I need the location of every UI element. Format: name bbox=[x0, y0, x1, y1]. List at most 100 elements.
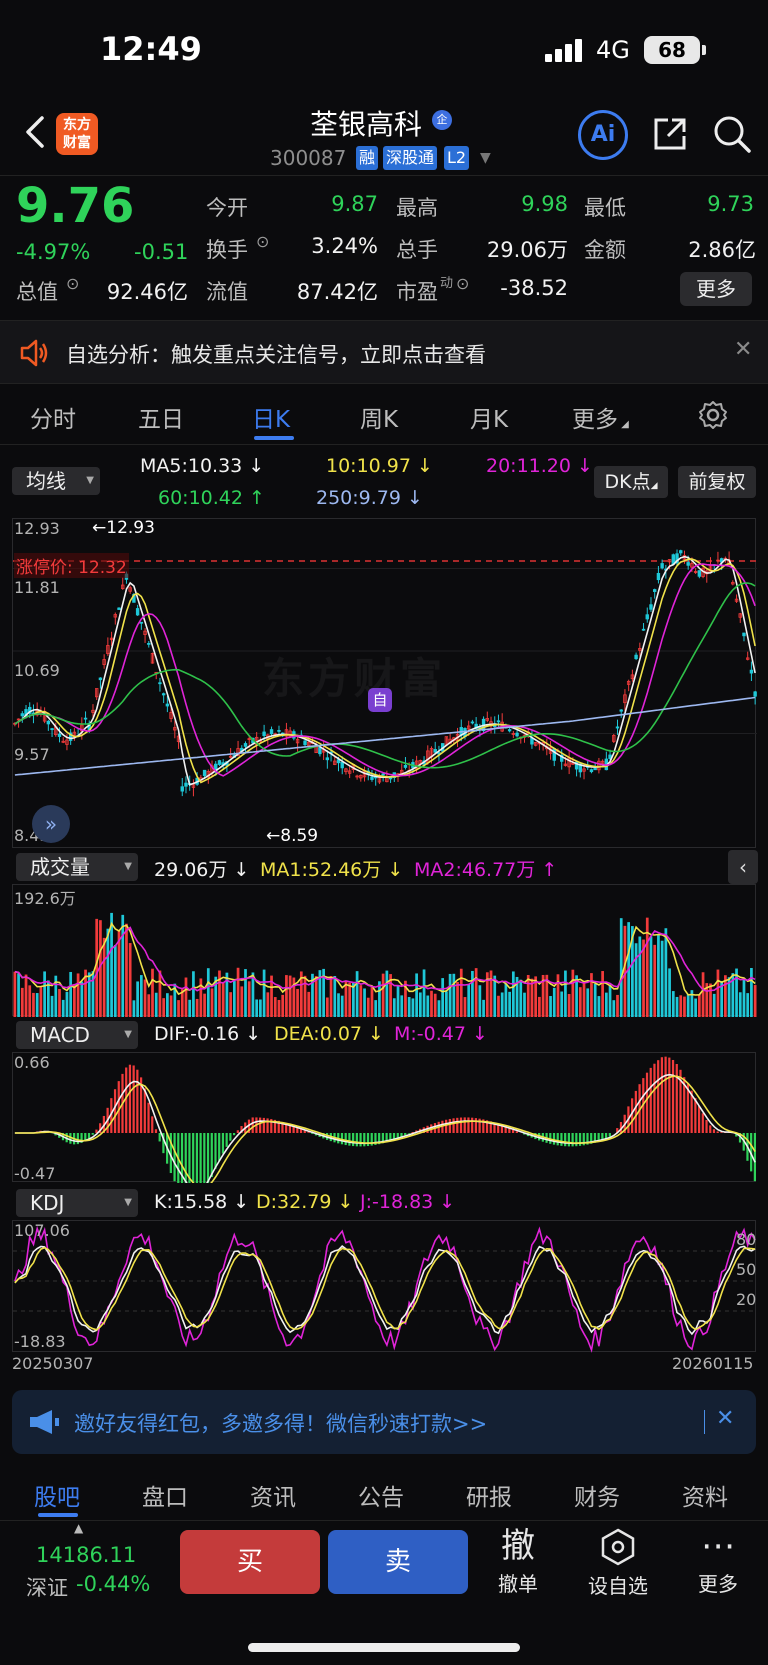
tab-news[interactable]: 资讯 bbox=[250, 1478, 296, 1512]
volume-label: 总手 bbox=[396, 238, 438, 262]
gear-icon[interactable] bbox=[698, 400, 728, 430]
kdj-chart[interactable] bbox=[12, 1220, 757, 1353]
clock: 12:49 bbox=[100, 30, 202, 68]
ai-button[interactable]: Ai bbox=[578, 110, 628, 160]
kdj-y-max: 107.06 bbox=[14, 1221, 70, 1240]
self-marker[interactable]: 自 bbox=[368, 688, 392, 712]
turnover-label: 换手 bbox=[206, 238, 248, 262]
info-icon[interactable]: ⊙ bbox=[256, 232, 269, 251]
selector-label: MACD bbox=[30, 1023, 90, 1047]
volume-value-label: 29.06万 ↓ bbox=[154, 859, 250, 881]
tab-forum[interactable]: 股吧 bbox=[34, 1478, 80, 1512]
invite-banner[interactable]: 邀好友得红包，多邀多得！微信秒速打款>> ✕ bbox=[12, 1390, 756, 1454]
macd-dif-label: DIF:-0.16 ↓ bbox=[154, 1023, 262, 1045]
change-amount: -0.51 bbox=[134, 240, 189, 264]
tab-finance[interactable]: 财务 bbox=[574, 1478, 620, 1512]
indicator-selector-kdj[interactable]: KDJ ▼ bbox=[16, 1189, 138, 1217]
speaker-icon bbox=[20, 339, 48, 367]
more-dots-icon: ⋯ bbox=[701, 1526, 735, 1566]
tab-monthly-k[interactable]: 月K bbox=[470, 400, 508, 434]
active-tab-indicator bbox=[38, 1513, 78, 1517]
more-button[interactable]: 更多 bbox=[680, 272, 752, 306]
share-icon[interactable] bbox=[650, 114, 690, 154]
tab-orderbook[interactable]: 盘口 bbox=[142, 1478, 188, 1512]
divider bbox=[0, 1520, 768, 1521]
y-axis-label: 11.81 bbox=[14, 578, 60, 597]
ma10-label: 10:10.97 ↓ bbox=[326, 455, 433, 477]
turnover-value: 3.24% bbox=[311, 234, 378, 258]
pe-label: 市盈 bbox=[396, 280, 438, 304]
cellular-signal-icon bbox=[545, 39, 582, 62]
tab-five-day[interactable]: 五日 bbox=[138, 400, 184, 434]
divider bbox=[0, 175, 768, 176]
float-label: 流值 bbox=[206, 280, 248, 304]
battery-icon: 68 bbox=[644, 36, 700, 64]
tab-more-label: 更多 bbox=[572, 407, 618, 433]
sell-button[interactable]: 卖 bbox=[328, 1530, 468, 1594]
kdj-canvas bbox=[13, 1225, 757, 1353]
watch-label: 设自选 bbox=[588, 1574, 648, 1598]
caret-up-icon[interactable]: ▲ bbox=[74, 1521, 83, 1535]
limit-up-label: 涨停价: 12.32 bbox=[14, 553, 129, 578]
tab-intraday[interactable]: 分时 bbox=[30, 400, 76, 434]
macd-dea-label: DEA:0.07 ↓ bbox=[274, 1023, 384, 1045]
pe-superscript: 动 bbox=[440, 276, 454, 291]
max-price-label: ←12.93 bbox=[92, 518, 155, 538]
ma20-label: 20:11.20 ↓ bbox=[486, 455, 593, 477]
search-icon[interactable] bbox=[712, 114, 752, 154]
index-value[interactable]: 14186.11 bbox=[36, 1543, 136, 1567]
status-bar: 12:49 4G 68 bbox=[0, 0, 768, 100]
kdj-j-label: J:-18.83 ↓ bbox=[360, 1191, 456, 1213]
mktcap-value: 92.46亿 bbox=[106, 280, 188, 304]
date-start: 20250307 bbox=[12, 1354, 94, 1373]
cancel-glyph: 撤 bbox=[501, 1526, 535, 1566]
tab-research[interactable]: 研报 bbox=[466, 1478, 512, 1512]
info-icon[interactable]: ⊙ bbox=[66, 274, 79, 293]
adjust-button[interactable]: 前复权 bbox=[678, 466, 756, 498]
macd-chart[interactable] bbox=[12, 1052, 756, 1210]
dk-point-button[interactable]: DK点◢ bbox=[594, 466, 668, 498]
back-icon[interactable] bbox=[22, 112, 48, 152]
collapse-icon[interactable]: ‹ bbox=[728, 850, 758, 884]
company-badge: 企 bbox=[432, 110, 452, 130]
kdj-k-label: K:15.58 ↓ bbox=[154, 1191, 250, 1213]
macd-y-min: -0.47 bbox=[14, 1164, 56, 1183]
ma5-label: MA5:10.33 ↓ bbox=[140, 455, 265, 477]
macd-y-max: 0.66 bbox=[14, 1053, 50, 1072]
tab-weekly-k[interactable]: 周K bbox=[360, 400, 398, 434]
stock-code: 300087 bbox=[270, 146, 347, 170]
indicator-selector-macd[interactable]: MACD ▼ bbox=[16, 1021, 138, 1049]
indicator-selector-volume[interactable]: 成交量 ▼ bbox=[16, 853, 138, 881]
more-actions-button[interactable]: ⋯ 更多 bbox=[678, 1528, 758, 1597]
hexagon-icon bbox=[601, 1528, 635, 1566]
cancel-order-button[interactable]: 撤 撤单 bbox=[478, 1528, 558, 1597]
close-icon[interactable]: ✕ bbox=[734, 337, 752, 362]
tab-announcements[interactable]: 公告 bbox=[358, 1478, 404, 1512]
alert-banner[interactable]: 自选分析：触发重点关注信号，立即点击查看 ✕ bbox=[0, 320, 768, 384]
volume-ma2-label: MA2:46.77万 ↑ bbox=[414, 859, 558, 881]
tab-daily-k[interactable]: 日K bbox=[252, 400, 290, 434]
buy-button[interactable]: 买 bbox=[180, 1530, 320, 1594]
volume-value: 29.06万 bbox=[486, 238, 568, 262]
last-price: 9.76 bbox=[16, 178, 135, 234]
selector-label: 成交量 bbox=[30, 855, 90, 879]
tab-more[interactable]: 更多 ◢ bbox=[572, 400, 629, 434]
kdj-y-min: -18.83 bbox=[14, 1332, 66, 1351]
open-value: 9.87 bbox=[331, 192, 378, 216]
y-axis-label: 9.57 bbox=[14, 745, 50, 764]
info-icon[interactable]: ⊙ bbox=[456, 274, 469, 293]
volume-chart[interactable] bbox=[12, 884, 757, 1017]
tag-connect: 深股通 bbox=[383, 146, 438, 170]
indicator-selector-ma[interactable]: 均线 ▼ bbox=[12, 467, 100, 495]
close-icon[interactable]: ✕ bbox=[716, 1406, 734, 1431]
kdj-ref-50: 50 bbox=[736, 1260, 757, 1279]
cancel-label: 撤单 bbox=[498, 1572, 538, 1596]
ma60-label: 60:10.42 ↑ bbox=[158, 487, 265, 509]
invite-text: 邀好友得红包，多邀多得！微信秒速打款>> bbox=[74, 1412, 488, 1436]
add-watchlist-button[interactable]: 设自选 bbox=[578, 1528, 658, 1599]
tags-dropdown-icon[interactable]: ▼ bbox=[480, 150, 491, 166]
expand-icon[interactable]: » bbox=[32, 805, 70, 843]
stock-name[interactable]: 荃银高科 bbox=[310, 103, 422, 143]
tab-profile[interactable]: 资料 bbox=[682, 1478, 728, 1512]
home-indicator bbox=[248, 1643, 520, 1652]
